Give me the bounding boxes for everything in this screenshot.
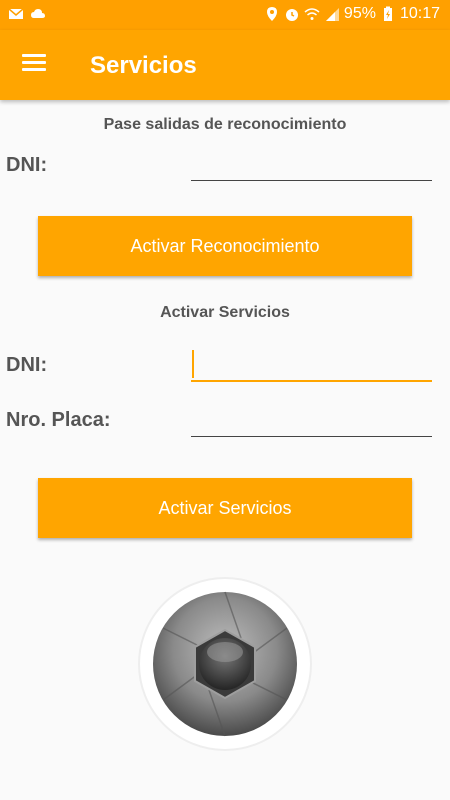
hamburger-menu-icon[interactable] <box>22 54 48 74</box>
recognition-dni-label: DNI: <box>6 154 48 176</box>
alarm-icon <box>285 9 298 21</box>
signal-icon <box>325 8 339 21</box>
recognition-dni-input[interactable] <box>191 147 432 181</box>
clock-time: 10:17 <box>399 5 440 22</box>
placa-input[interactable] <box>191 403 432 437</box>
battery-charging-icon <box>383 6 392 21</box>
camera-shutter-icon[interactable] <box>137 576 313 752</box>
location-icon <box>266 7 277 21</box>
status-bar: 95% 10:17 <box>0 0 450 30</box>
app-bar: Servicios <box>0 30 450 100</box>
services-section-title: Activar Servicios <box>160 304 290 321</box>
mail-icon <box>8 8 24 19</box>
page-title: Servicios <box>90 52 197 79</box>
services-dni-label: DNI: <box>6 354 48 376</box>
services-dni-input[interactable] <box>191 348 432 382</box>
activate-services-button[interactable]: Activar Servicios <box>38 478 412 538</box>
activate-recognition-button[interactable]: Activar Reconocimiento <box>38 216 412 276</box>
battery-percentage: 95% <box>343 5 376 22</box>
text-cursor <box>192 350 194 378</box>
placa-label: Nro. Placa: <box>6 409 111 431</box>
wifi-icon <box>304 8 320 20</box>
cloud-icon <box>31 9 45 18</box>
recognition-section-title: Pase salidas de reconocimiento <box>103 116 347 133</box>
